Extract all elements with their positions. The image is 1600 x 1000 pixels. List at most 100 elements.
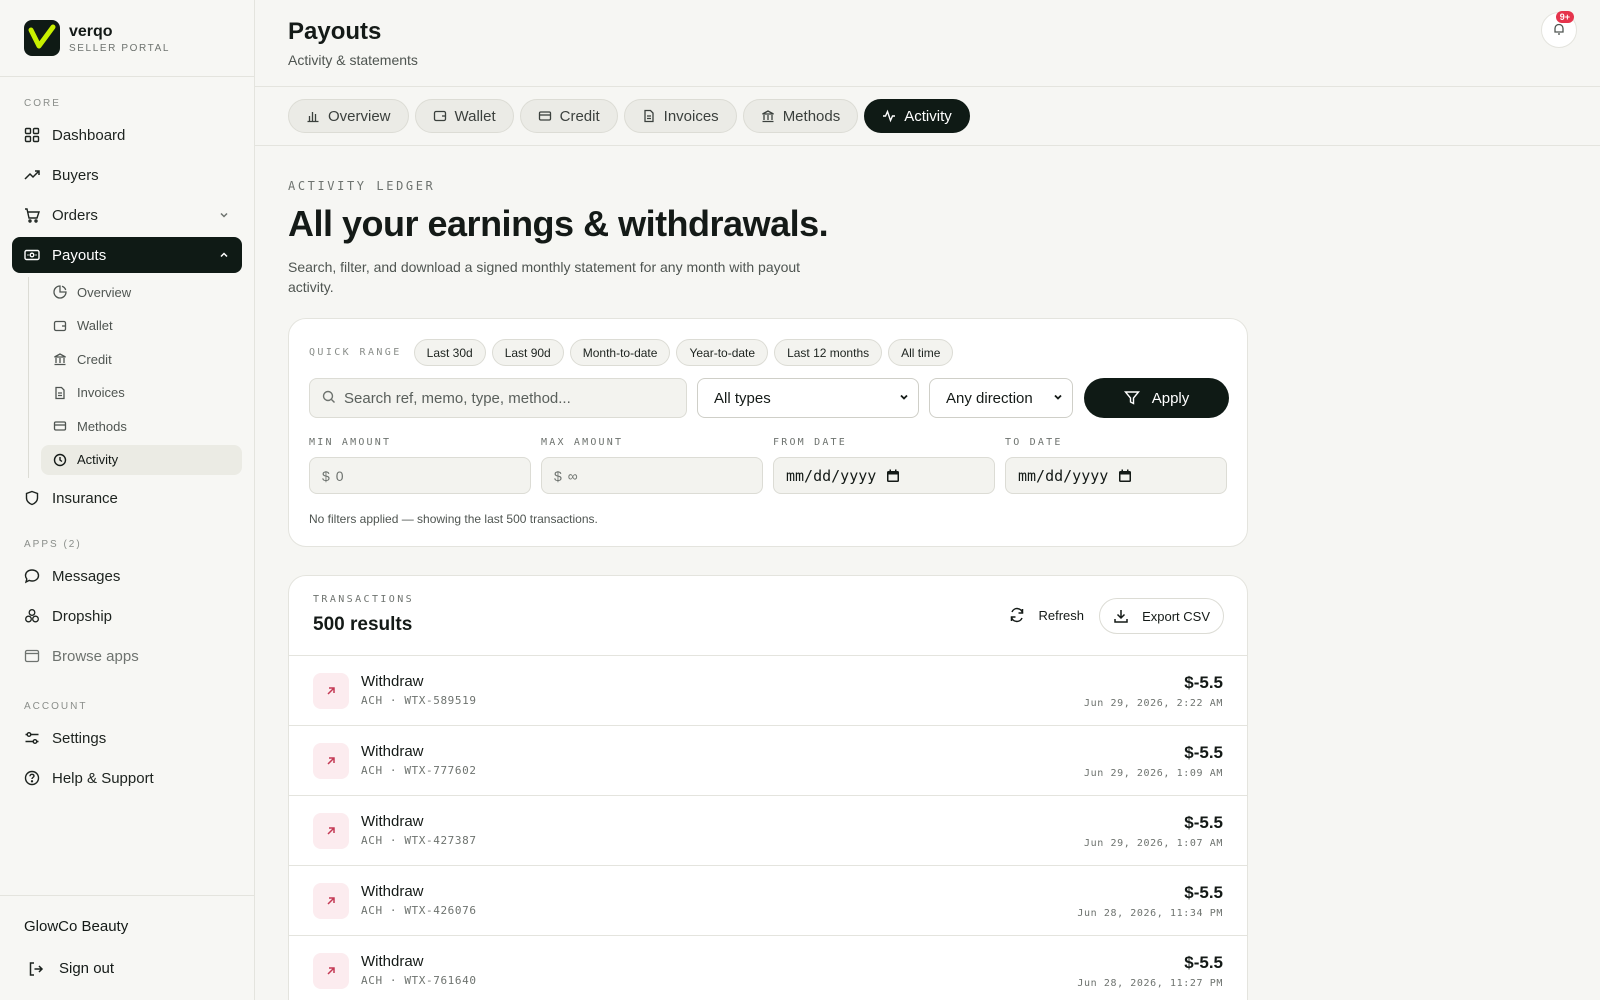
sidebar-item-orders[interactable]: Orders	[12, 197, 242, 233]
range-chip-last-12-months[interactable]: Last 12 months	[774, 339, 883, 366]
tab-label: Methods	[782, 107, 841, 125]
table-row[interactable]: Withdraw ACH · WTX-761640 $-5.5 Jun 28, …	[289, 936, 1247, 1000]
payout-icon	[24, 247, 40, 263]
from-date-label: FROM DATE	[773, 437, 847, 448]
sidebar-item-label: Orders	[52, 206, 98, 224]
tab-invoices[interactable]: Invoices	[623, 99, 737, 133]
transaction-meta: ACH · WTX-777602	[361, 764, 477, 777]
table-row[interactable]: Withdraw ACH · WTX-777602 $-5.5 Jun 29, …	[289, 726, 1247, 796]
sidebar-item-dashboard[interactable]: Dashboard	[12, 117, 242, 153]
quick-range-label: QUICK RANGE	[309, 347, 402, 358]
search-field[interactable]	[309, 378, 687, 418]
sidebar-item-messages[interactable]: Messages	[12, 558, 242, 594]
chevron-up-icon[interactable]	[218, 248, 230, 265]
sign-out-label: Sign out	[59, 960, 115, 977]
table-row[interactable]: Withdraw ACH · WTX-589519 $-5.5 Jun 29, …	[289, 656, 1247, 726]
search-icon	[322, 390, 336, 407]
wallet-icon	[53, 319, 67, 333]
apply-button[interactable]: Apply	[1084, 378, 1229, 418]
tab-overview[interactable]: Overview	[288, 99, 409, 133]
calendar-icon[interactable]	[886, 469, 900, 483]
tab-methods[interactable]: Methods	[742, 99, 859, 133]
subnav-item-credit[interactable]: Credit	[41, 344, 242, 374]
tab-bar: Overview Wallet Credit Invoices Methods …	[255, 87, 1600, 146]
sidebar-item-label: Insurance	[52, 489, 118, 507]
transaction-meta: ACH · WTX-589519	[361, 694, 477, 707]
sidebar-item-dropship[interactable]: Dropship	[12, 598, 242, 634]
sidebar-item-buyers[interactable]: Buyers	[12, 157, 242, 193]
export-csv-button[interactable]: Export CSV	[1099, 598, 1224, 634]
search-input[interactable]	[344, 389, 664, 407]
subnav-item-methods[interactable]: Methods	[41, 411, 242, 441]
sidebar-item-payouts[interactable]: Payouts	[12, 237, 242, 273]
logout-icon	[28, 961, 44, 977]
tab-wallet[interactable]: Wallet	[414, 99, 514, 133]
transaction-date: Jun 29, 2026, 2:22 AM	[1083, 698, 1223, 709]
sidebar-item-insurance[interactable]: Insurance	[12, 480, 242, 516]
range-chip-year-to-date[interactable]: Year-to-date	[676, 339, 769, 366]
sliders-icon	[24, 730, 40, 746]
max-amount-field[interactable]: $ ∞	[541, 457, 763, 494]
tab-activity[interactable]: Activity	[864, 99, 970, 133]
min-amount-field[interactable]: $ 0	[309, 457, 531, 494]
sidebar-item-help[interactable]: Help & Support	[12, 760, 242, 796]
transaction-meta: ACH · WTX-427387	[361, 834, 477, 847]
transaction-meta: ACH · WTX-426076	[361, 904, 477, 917]
sidebar-item-settings[interactable]: Settings	[12, 720, 242, 756]
type-select[interactable]: All types	[697, 378, 919, 418]
subnav-item-invoices[interactable]: Invoices	[41, 378, 242, 408]
transaction-date: Jun 29, 2026, 1:07 AM	[1083, 838, 1223, 849]
calendar-icon[interactable]	[1118, 469, 1132, 483]
refresh-button[interactable]: Refresh	[1009, 607, 1084, 623]
range-chip-month-to-date[interactable]: Month-to-date	[569, 339, 671, 366]
sign-out-button[interactable]: Sign out	[28, 960, 114, 977]
notification-count-badge: 9+	[1555, 11, 1574, 23]
refresh-icon	[1009, 607, 1025, 623]
range-chip-last-30d[interactable]: Last 30d	[413, 339, 486, 366]
direction-select[interactable]: Any direction	[929, 378, 1073, 418]
chevron-down-icon	[898, 390, 910, 407]
from-date-field[interactable]: mm/dd/yyyy	[773, 457, 995, 494]
chevron-down-icon[interactable]	[218, 208, 230, 225]
transaction-date: Jun 29, 2026, 1:09 AM	[1083, 768, 1223, 779]
activity-icon	[882, 109, 896, 123]
range-chip-all-time[interactable]: All time	[888, 339, 954, 366]
range-chip-last-90d[interactable]: Last 90d	[491, 339, 564, 366]
main-content: Payouts Activity & statements 9+ Overvie…	[255, 0, 1600, 1000]
subnav-item-activity[interactable]: Activity	[41, 444, 242, 475]
sidebar-item-browse-apps[interactable]: Browse apps	[12, 638, 242, 674]
ledger-headline: All your earnings & withdrawals.	[288, 203, 829, 244]
transaction-amount: $-5.5	[1184, 673, 1223, 692]
sidebar-item-label: Payouts	[52, 246, 107, 264]
sidebar-item-label: Dropship	[52, 607, 113, 625]
ledger-eyebrow: ACTIVITY LEDGER	[288, 179, 436, 193]
cart-icon	[24, 207, 40, 223]
tab-credit[interactable]: Credit	[519, 99, 618, 133]
sidebar-item-label: Buyers	[52, 166, 99, 184]
page-subtitle: Activity & statements	[288, 52, 418, 68]
bell-icon	[1552, 22, 1566, 39]
to-date-field[interactable]: mm/dd/yyyy	[1005, 457, 1227, 494]
brand[interactable]: verqo SELLER PORTAL	[0, 0, 254, 77]
table-row[interactable]: Withdraw ACH · WTX-427387 $-5.5 Jun 29, …	[289, 796, 1247, 866]
subnav-item-wallet[interactable]: Wallet	[41, 311, 242, 341]
transaction-amount: $-5.5	[1184, 883, 1223, 902]
section-label-account: ACCOUNT	[24, 701, 88, 712]
pie-icon	[53, 285, 67, 299]
transaction-amount: $-5.5	[1184, 953, 1223, 972]
transaction-amount: $-5.5	[1184, 743, 1223, 762]
card-icon	[53, 419, 67, 433]
brand-name: verqo	[69, 22, 113, 40]
to-date-label: TO DATE	[1005, 437, 1063, 448]
notifications-button[interactable]: 9+	[1541, 11, 1577, 48]
section-label-core: CORE	[24, 98, 61, 109]
transactions-header: TRANSACTIONS 500 results Refresh Export …	[289, 576, 1247, 656]
table-row[interactable]: Withdraw ACH · WTX-426076 $-5.5 Jun 28, …	[289, 866, 1247, 936]
bank-icon	[761, 109, 775, 123]
filter-card: QUICK RANGE Last 30d Last 90d Month-to-d…	[288, 318, 1248, 547]
currency-symbol: $	[322, 467, 330, 484]
transaction-title: Withdraw	[361, 953, 424, 970]
arrow-up-right-icon	[313, 673, 349, 709]
subnav-item-overview[interactable]: Overview	[41, 277, 242, 307]
transaction-title: Withdraw	[361, 743, 424, 760]
